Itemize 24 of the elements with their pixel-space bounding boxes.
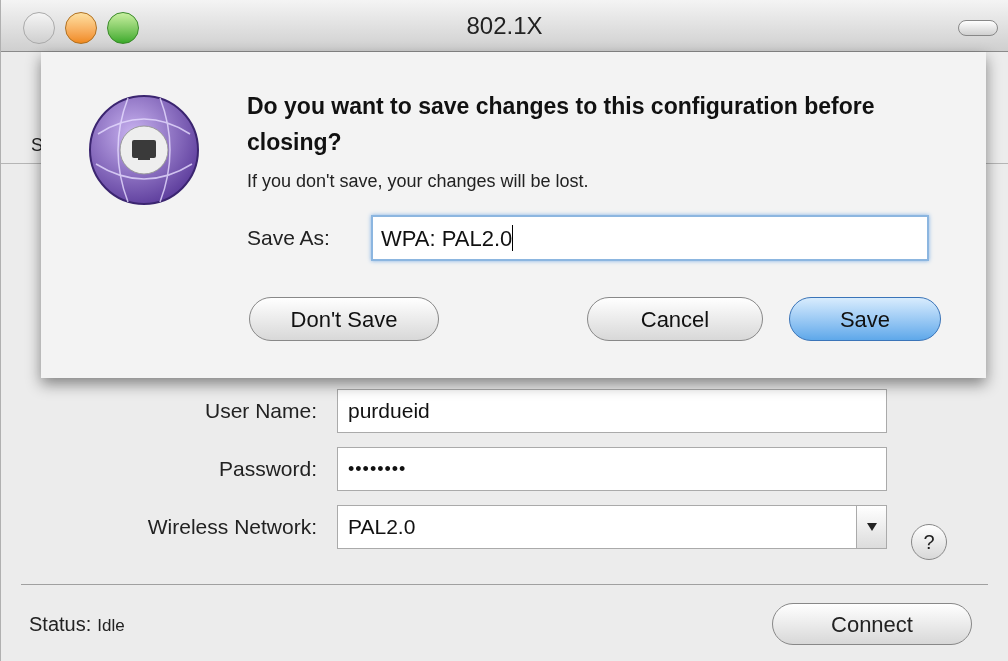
- field-label: Password:: [217, 456, 318, 483]
- sheet-message: If you don't save, your changes will be lost.: [247, 170, 590, 193]
- connect-button[interactable]: Connect: [772, 603, 972, 645]
- help-button[interactable]: ?: [911, 524, 947, 560]
- save-as-label: Save As:: [247, 225, 331, 252]
- field-label: User Name:: [203, 398, 318, 425]
- zoom-button[interactable]: [107, 12, 139, 44]
- close-button[interactable]: [23, 12, 55, 44]
- field-label: Wireless Network:: [146, 514, 318, 541]
- dropdown-arrow-icon: [866, 523, 877, 531]
- network-globe-icon: [88, 94, 200, 206]
- sheet-title: Do you want to save changes to this configuration before closing?: [247, 92, 876, 157]
- network-dropdown[interactable]: PAL2.0: [337, 505, 887, 549]
- user-name-field[interactable]: purdueid: [337, 389, 887, 433]
- sheet-button[interactable]: Don't Save: [249, 297, 439, 341]
- status-value: Idle: [97, 615, 125, 637]
- sheet-button[interactable]: Cancel: [587, 297, 763, 341]
- password-field[interactable]: ••••••••: [337, 447, 887, 491]
- status-label: Status:: [29, 612, 92, 637]
- default-button[interactable]: Save: [789, 297, 941, 341]
- minimize-button[interactable]: [65, 12, 97, 44]
- save-as-field[interactable]: WPA: PAL2.0: [371, 215, 929, 261]
- toolbar-toggle-button[interactable]: [958, 20, 998, 36]
- window-title: 802.1X: [466, 10, 543, 41]
